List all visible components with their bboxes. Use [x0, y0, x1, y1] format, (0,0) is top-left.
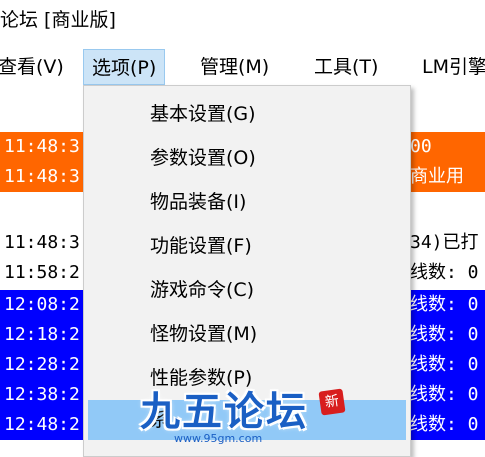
log-time: 12:18:2 — [4, 324, 80, 345]
menu-item-game-commands[interactable]: 游戏命令(C) — [88, 270, 406, 310]
log-message-tail: 商业用 — [410, 166, 464, 187]
menu-options[interactable]: 选项(P) — [83, 49, 166, 85]
log-message-tail: 线数: 0 — [410, 262, 479, 283]
watermark-url: www.95gm.com — [174, 432, 263, 445]
window-title: 论坛 [商业版] — [0, 0, 485, 40]
log-message-tail: 线数: 0 — [410, 414, 479, 435]
log-time: 11:58:2 — [4, 262, 80, 283]
menu-item-function-settings[interactable]: 功能设置(F) — [88, 226, 406, 266]
log-time: 12:48:2 — [4, 414, 80, 435]
log-message-tail: 00 — [410, 136, 432, 157]
log-time: 11:48:3 — [4, 166, 80, 187]
forum-watermark-logo: 九五论坛 www.95gm.com 新 — [140, 388, 352, 456]
log-message-tail: 线数: 0 — [410, 384, 479, 405]
menu-item-parameter-settings[interactable]: 参数设置(O) — [88, 138, 406, 178]
menu-tools[interactable]: 工具(T) — [306, 49, 386, 85]
watermark-seal: 新 — [318, 388, 346, 416]
log-message-tail: 线数: 0 — [410, 354, 479, 375]
log-time: 11:48:3 — [4, 232, 80, 253]
menu-view[interactable]: 查看(V) — [0, 49, 72, 85]
log-message-tail: 线数: 0 — [410, 294, 479, 315]
menu-item-item-equipment[interactable]: 物品装备(I) — [88, 182, 406, 222]
menu-lm-engine[interactable]: LM引擎 — [414, 49, 485, 85]
log-time: 11:48:3 — [4, 136, 80, 157]
log-time: 12:08:2 — [4, 294, 80, 315]
watermark-text: 九五论坛 — [140, 389, 308, 435]
menu-item-basic-settings[interactable]: 基本设置(G) — [88, 94, 406, 134]
log-time: 12:28:2 — [4, 354, 80, 375]
log-time: 12:38:2 — [4, 384, 80, 405]
log-message-tail: 线数: 0 — [410, 324, 479, 345]
menu-manage[interactable]: 管理(M) — [192, 49, 277, 85]
log-message-tail: 34)已打 — [410, 232, 479, 253]
menu-item-monster-settings[interactable]: 怪物设置(M) — [88, 314, 406, 354]
